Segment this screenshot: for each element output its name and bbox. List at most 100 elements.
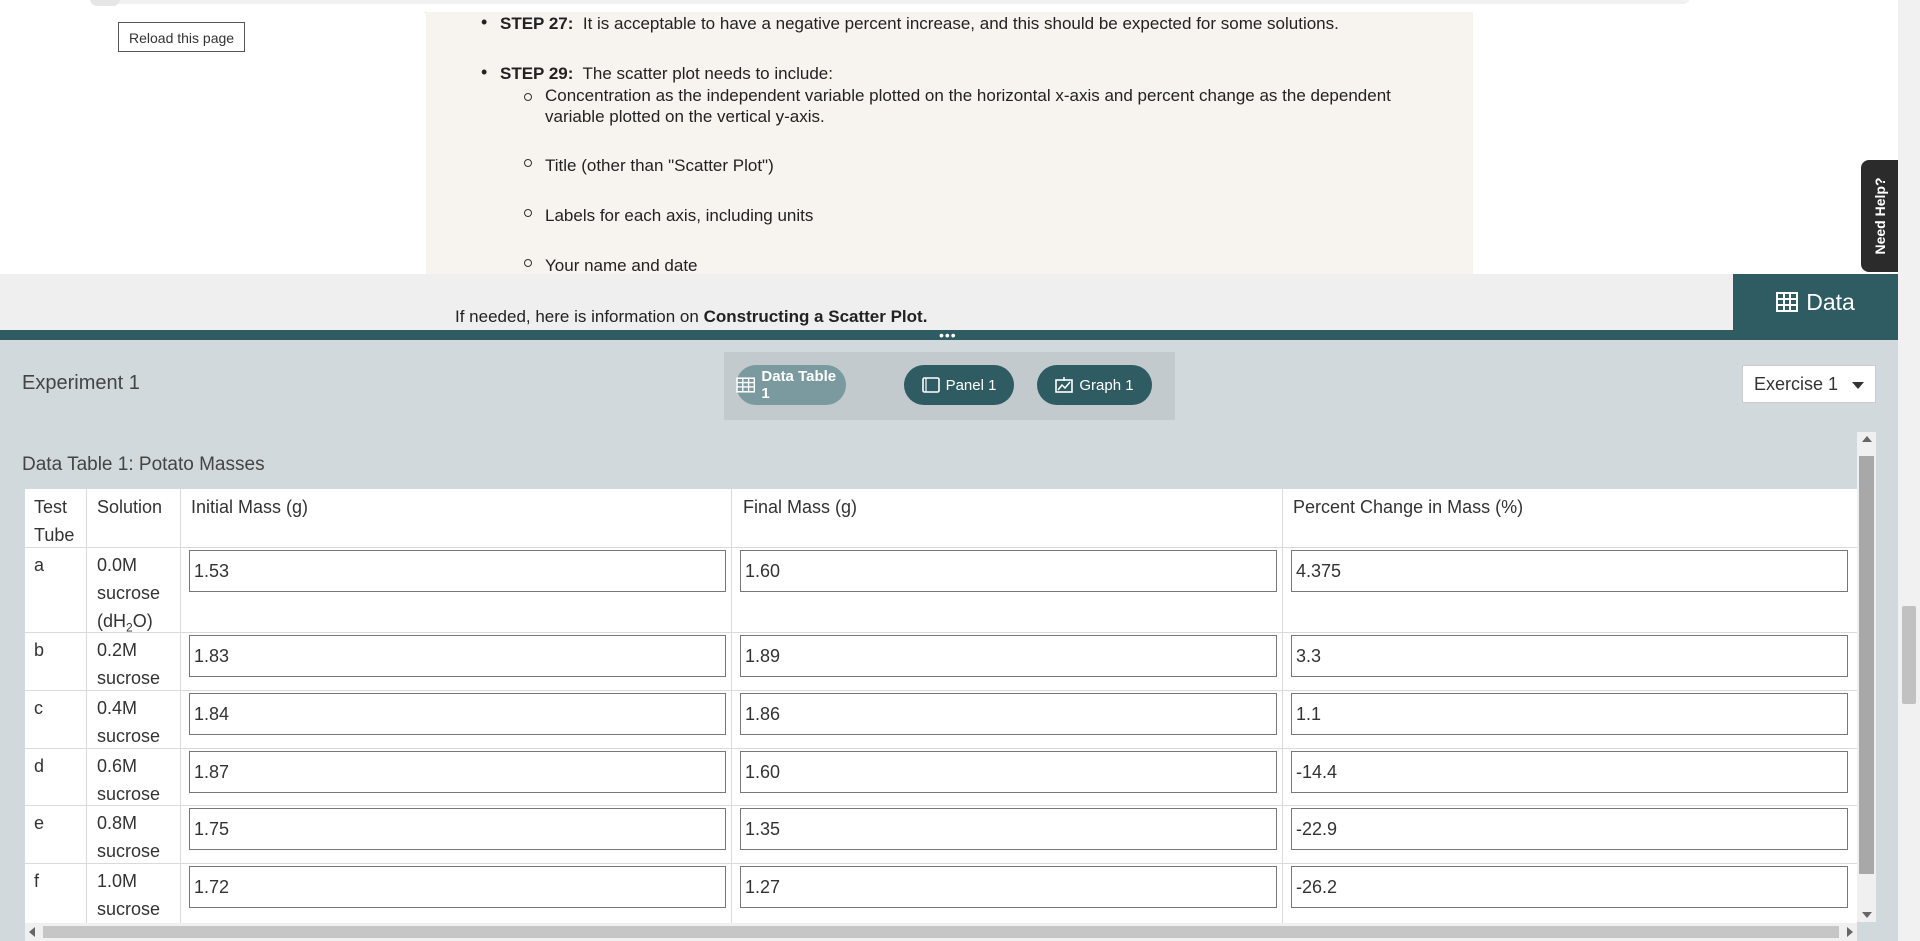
final-mass-input[interactable]: 1.89 <box>740 635 1277 677</box>
step-29-text: The scatter plot needs to include: <box>582 64 833 83</box>
percent-change-input[interactable]: -26.2 <box>1291 866 1848 908</box>
percent-change-input[interactable]: 4.375 <box>1291 550 1848 592</box>
row-divider <box>25 748 1857 749</box>
chevron-down-icon <box>1852 382 1864 389</box>
header-initial-mass: Initial Mass (g) <box>191 497 309 517</box>
solution-line: sucrose <box>97 668 161 688</box>
table-vertical-scrollbar[interactable] <box>1857 432 1876 922</box>
row-divider <box>25 690 1857 691</box>
percent-change-input[interactable]: 1.1 <box>1291 693 1848 735</box>
scrollbar-thumb[interactable] <box>1902 606 1916 704</box>
cell-solution: 0.8M sucrose <box>97 809 160 865</box>
solution-line: 1.0M <box>97 871 138 891</box>
cell-solution: 0.6M sucrose <box>97 752 160 808</box>
cell-test-tube: f <box>34 871 40 891</box>
solution-line: sucrose <box>97 726 161 746</box>
column-divider <box>731 489 732 923</box>
initial-mass-input[interactable]: 1.83 <box>189 635 726 677</box>
need-help-label: Need Help? <box>1872 177 1888 255</box>
cell-test-tube: d <box>34 756 45 776</box>
final-mass-input[interactable]: 1.27 <box>740 866 1277 908</box>
data-table: Test Tube Solution Initial Mass (g) Fina… <box>25 489 1857 923</box>
solution-line: 0.6M <box>97 756 138 776</box>
solution-line: sucrose <box>97 583 161 603</box>
sub-bullet <box>524 209 532 217</box>
graph-icon <box>1055 377 1074 393</box>
cell-solution: 0.0M sucrose (dH2O) <box>97 551 160 642</box>
exercise-select-value: Exercise 1 <box>1754 373 1839 394</box>
solution-line: sucrose <box>97 841 161 861</box>
header-test-tube-line2: Tube <box>34 525 75 545</box>
column-divider <box>86 489 87 923</box>
row-divider <box>25 863 1857 864</box>
sub-item-title: Title (other than "Scatter Plot") <box>545 156 774 175</box>
initial-mass-input[interactable]: 1.72 <box>189 866 726 908</box>
table-icon <box>736 377 756 393</box>
tab-label: Graph 1 <box>1079 376 1134 394</box>
tab-panel-1[interactable]: Panel 1 <box>904 365 1014 405</box>
collapsed-overlay: If needed, here is information on Constr… <box>0 274 1898 330</box>
scroll-right-icon[interactable] <box>1847 927 1853 937</box>
page-scrollbar[interactable] <box>1898 0 1920 941</box>
solution-line: 0.8M <box>97 813 138 833</box>
cell-test-tube: e <box>34 813 45 833</box>
sub-item-name-date: Your name and date <box>545 256 698 275</box>
final-mass-input[interactable]: 1.86 <box>740 693 1277 735</box>
scrollbar-thumb[interactable] <box>1859 456 1874 874</box>
need-help-tab[interactable]: Need Help? <box>1861 160 1899 272</box>
solution-water-prefix: (dH <box>97 611 127 631</box>
sub-bullet <box>524 93 532 101</box>
drag-dots-icon: ••• <box>939 327 957 343</box>
row-divider <box>25 547 1857 548</box>
tab-graph-1[interactable]: Graph 1 <box>1037 365 1152 405</box>
data-tab-label: Data <box>1806 288 1855 315</box>
percent-change-input[interactable]: -22.9 <box>1291 808 1848 850</box>
table-horizontal-scrollbar[interactable] <box>25 923 1857 941</box>
initial-mass-input[interactable]: 1.75 <box>189 808 726 850</box>
initial-mass-input[interactable]: 1.87 <box>189 751 726 793</box>
left-column: Reload this page <box>0 12 425 274</box>
tab-label: Panel 1 <box>945 376 997 394</box>
step-29: STEP 29: The scatter plot needs to inclu… <box>500 64 833 84</box>
header-final-mass: Final Mass (g) <box>743 497 858 517</box>
sub-item-labels: Labels for each axis, including units <box>545 206 814 225</box>
constructing-scatter-plot-link[interactable]: Constructing a Scatter Plot. <box>704 307 928 326</box>
initial-mass-input[interactable]: 1.53 <box>189 550 726 592</box>
header-percent-change: Percent Change in Mass (%) <box>1293 497 1524 517</box>
final-mass-input[interactable]: 1.60 <box>740 550 1277 592</box>
percent-change-input[interactable]: 3.3 <box>1291 635 1848 677</box>
reload-page-button[interactable]: Reload this page <box>118 22 246 52</box>
sub-item-axes-line2: variable plotted on the vertical y-axis. <box>545 107 825 126</box>
row-divider <box>25 632 1857 633</box>
solution-line: 0.4M <box>97 698 138 718</box>
experiment-title: Experiment 1 <box>22 372 140 394</box>
scroll-left-icon[interactable] <box>29 927 35 937</box>
data-panel-tab[interactable]: Data <box>1733 274 1898 330</box>
scrollbar-thumb[interactable] <box>43 926 1839 938</box>
scatter-info-prefix: If needed, here is information on <box>455 307 699 326</box>
initial-mass-input[interactable]: 1.84 <box>189 693 726 735</box>
cell-test-tube: c <box>34 698 43 718</box>
subscript: 2 <box>126 620 133 635</box>
scroll-up-icon[interactable] <box>1862 436 1872 442</box>
row-divider <box>25 805 1857 806</box>
sub-bullet <box>524 259 532 267</box>
right-column <box>1473 12 1898 274</box>
cell-solution: 0.4M sucrose <box>97 694 160 750</box>
solution-line: 0.2M <box>97 640 138 660</box>
tab-data-table-1[interactable]: Data Table 1 <box>736 365 846 405</box>
final-mass-input[interactable]: 1.35 <box>740 808 1277 850</box>
bullet-dot: • <box>481 62 488 82</box>
exercise-select[interactable]: Exercise 1 <box>1742 365 1876 403</box>
step-27-text: It is acceptable to have a negative perc… <box>582 14 1339 33</box>
cell-test-tube: a <box>34 555 45 575</box>
scroll-down-icon[interactable] <box>1862 912 1872 918</box>
top-bar-pill <box>90 0 1690 4</box>
final-mass-input[interactable]: 1.60 <box>740 751 1277 793</box>
panel-icon <box>921 377 940 393</box>
percent-change-input[interactable]: -14.4 <box>1291 751 1848 793</box>
top-bar-circle <box>90 0 120 6</box>
solution-water-suffix: O) <box>132 611 153 631</box>
panel-resize-handle[interactable]: ••• <box>0 327 1898 343</box>
header-test-tube-line1: Test <box>34 497 68 517</box>
